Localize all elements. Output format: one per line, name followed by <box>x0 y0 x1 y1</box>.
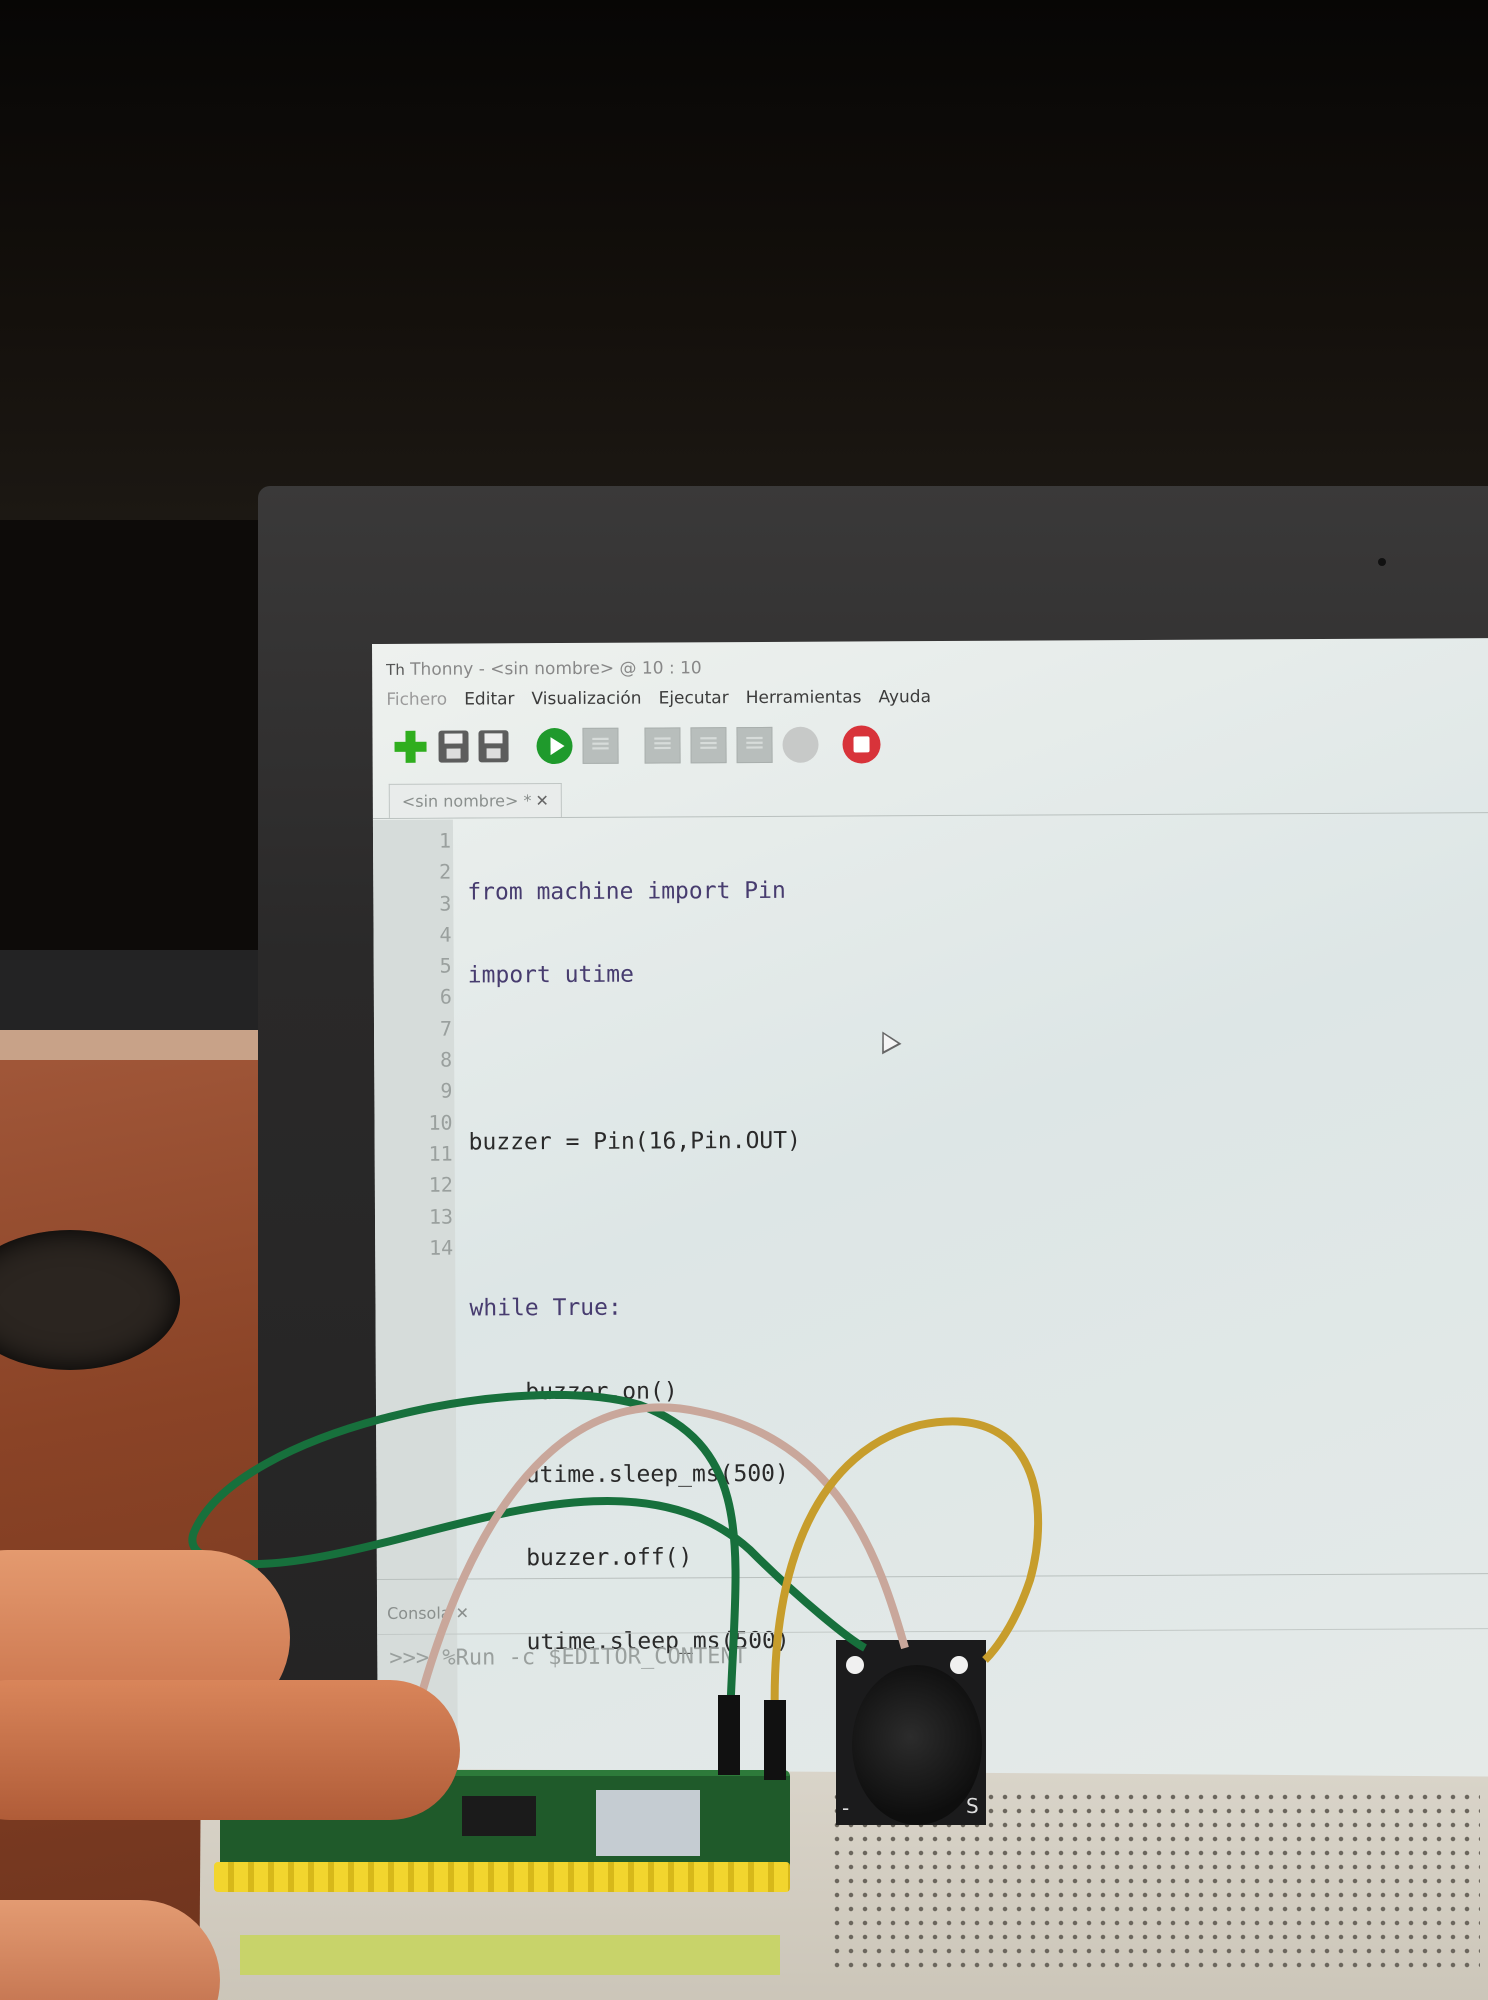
line-number: 5 <box>439 953 452 978</box>
code-line[interactable] <box>472 1709 805 1742</box>
open-file-icon[interactable] <box>438 730 469 763</box>
finger <box>0 1900 220 2000</box>
code-line[interactable] <box>468 1042 801 1075</box>
webcam-dot <box>1378 558 1386 566</box>
save-file-icon[interactable] <box>478 730 509 763</box>
console-tab-label: Consola <box>387 1603 451 1623</box>
console-command: %Run -c $EDITOR_CONTENT <box>442 1644 748 1671</box>
line-number: 8 <box>440 1047 453 1072</box>
console-prompt: >>> <box>389 1645 430 1671</box>
code-line[interactable]: buzzer = Pin(16,Pin.OUT) <box>469 1126 802 1159</box>
title-bar: Th Thonny - <sin nombre> @ 10 : 10 <box>386 656 702 682</box>
line-number: 11 <box>428 1141 453 1166</box>
run-icon[interactable] <box>536 727 573 765</box>
desk-edge <box>0 1030 270 1060</box>
line-numbers: 1 2 3 4 5 6 7 8 9 10 11 12 13 14 <box>401 826 453 1264</box>
console-prompt-line[interactable]: >>> %Run -c $EDITOR_CONTENT <box>389 1644 747 1671</box>
line-number: 6 <box>439 985 452 1010</box>
mounting-hole <box>846 1656 864 1674</box>
menu-visualizacion[interactable]: Visualización <box>531 689 641 710</box>
line-number: 1 <box>438 828 452 853</box>
code-line[interactable]: while True: <box>469 1292 802 1325</box>
toolbar <box>392 725 956 766</box>
line-number: 14 <box>429 1235 454 1260</box>
mouse-pointer-icon <box>872 1026 902 1055</box>
dark-background <box>0 0 1488 520</box>
tab-sin-nombre[interactable]: <sin nombre> * ✕ <box>388 783 562 818</box>
ukraine-flag-icon[interactable] <box>906 731 946 758</box>
code-line[interactable]: buzzer.on() <box>470 1376 803 1409</box>
cable-tray <box>0 950 260 1030</box>
new-file-icon[interactable] <box>392 729 428 765</box>
finger <box>0 1680 460 1820</box>
pico-header-pins <box>214 1862 790 1892</box>
tab-consola[interactable]: Consola ✕ <box>387 1604 469 1623</box>
code-line[interactable]: buzzer.off() <box>471 1542 804 1575</box>
line-number: 13 <box>428 1204 454 1229</box>
close-icon[interactable]: ✕ <box>456 1604 470 1623</box>
code-line[interactable]: from machine import Pin <box>467 876 800 909</box>
pico-wifi-shield <box>596 1790 700 1856</box>
close-icon[interactable]: ✕ <box>535 791 549 810</box>
photo-scene: Th Thonny - <sin nombre> @ 10 : 10 Fiche… <box>0 0 1488 2000</box>
tab-label: <sin nombre> * <box>401 791 532 811</box>
line-number: 4 <box>439 922 452 947</box>
pico-chip <box>462 1796 536 1836</box>
debug-icon[interactable] <box>582 727 619 764</box>
buzzer-body <box>852 1665 982 1825</box>
step-over-icon[interactable] <box>644 727 681 764</box>
line-number: 2 <box>439 859 452 884</box>
step-into-icon[interactable] <box>690 727 727 764</box>
menu-herramientas[interactable]: Herramientas <box>746 687 862 708</box>
menu-ayuda[interactable]: Ayuda <box>878 687 931 707</box>
line-number: 9 <box>440 1078 453 1104</box>
thonny-logo-icon: Th <box>386 660 405 679</box>
line-number: 3 <box>439 891 452 916</box>
menu-fichero[interactable]: Fichero <box>386 690 447 710</box>
menu-bar: Fichero Editar Visualización Ejecutar He… <box>386 687 931 710</box>
line-number: 7 <box>439 1016 453 1041</box>
stop-icon[interactable] <box>842 725 881 764</box>
step-out-icon[interactable] <box>736 726 773 764</box>
menu-ejecutar[interactable]: Ejecutar <box>659 688 729 708</box>
editor-tabstrip: <sin nombre> * ✕ <box>372 774 1488 819</box>
line-number: 10 <box>428 1110 453 1135</box>
code-line[interactable]: utime.sleep_ms(500) <box>470 1459 803 1492</box>
buzzer-signal-label: S <box>966 1794 979 1818</box>
buzzer-minus-label: - <box>842 1796 850 1820</box>
code-line[interactable] <box>469 1209 802 1242</box>
menu-editar[interactable]: Editar <box>464 689 514 709</box>
window-title: Thonny - <sin nombre> @ 10 : 10 <box>410 658 702 680</box>
line-number: 12 <box>428 1172 453 1197</box>
pin-label-strip <box>240 1935 780 1975</box>
mounting-hole <box>950 1656 968 1674</box>
code-line[interactable]: import utime <box>468 959 801 992</box>
resume-icon[interactable] <box>782 726 819 763</box>
